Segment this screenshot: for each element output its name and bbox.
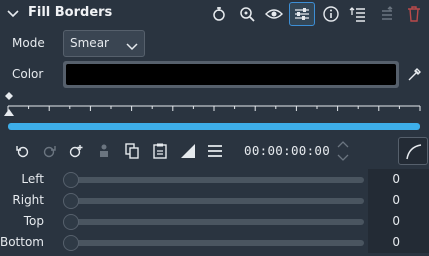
- timeline-progress-bar: [8, 123, 420, 130]
- person-icon[interactable]: [95, 142, 113, 160]
- mode-label: Mode: [12, 36, 45, 50]
- curve-icon: [406, 144, 422, 160]
- slider-label-top: Top: [23, 214, 44, 228]
- zoom-icon[interactable]: [238, 5, 256, 23]
- slider-track-right[interactable]: [66, 198, 364, 204]
- list-icon[interactable]: [349, 5, 367, 23]
- value-spinbox-right[interactable]: 0: [368, 190, 429, 211]
- eye-icon[interactable]: [265, 5, 283, 23]
- redo-keyframe-icon[interactable]: [40, 142, 58, 160]
- menu-icon[interactable]: [206, 142, 224, 160]
- playhead-icon: [4, 109, 14, 116]
- color-button[interactable]: [63, 61, 399, 88]
- effect-title: Fill Borders: [28, 5, 113, 20]
- mode-value: Smear: [70, 36, 109, 50]
- value-spinbox-left[interactable]: 0: [368, 169, 429, 190]
- slider-track-top[interactable]: [66, 219, 364, 225]
- sliders-icon: [293, 5, 311, 23]
- value-text: 0: [392, 193, 400, 207]
- paste-icon[interactable]: [151, 142, 169, 160]
- value-text: 0: [392, 235, 400, 249]
- color-label: Color: [12, 67, 44, 81]
- value-text: 0: [392, 214, 400, 228]
- curve-button[interactable]: [398, 137, 428, 165]
- slider-track-bottom[interactable]: [66, 240, 364, 246]
- copy-icon[interactable]: [123, 142, 141, 160]
- mode-select[interactable]: Smear: [63, 30, 145, 57]
- reset-icon[interactable]: [210, 5, 228, 23]
- value-spinbox-bottom[interactable]: 0: [368, 232, 429, 253]
- slider-handle-left[interactable]: [63, 172, 79, 188]
- keyframe-timeline[interactable]: [0, 90, 429, 122]
- color-swatch: [66, 64, 396, 85]
- slider-label-bottom: Bottom: [0, 235, 44, 249]
- slider-label-left: Left: [21, 172, 44, 186]
- chevron-down-icon: [126, 40, 138, 54]
- info-icon[interactable]: [322, 5, 340, 23]
- add-keyframe-icon[interactable]: [67, 142, 85, 160]
- collapse-chevron-icon[interactable]: [6, 7, 20, 24]
- move-icon[interactable]: [378, 5, 396, 23]
- slider-label-right: Right: [12, 193, 44, 207]
- effect-header: Fill Borders: [0, 0, 429, 28]
- delete-icon[interactable]: [405, 5, 423, 23]
- slider-handle-top[interactable]: [63, 214, 79, 230]
- slider-track-left[interactable]: [66, 177, 364, 183]
- value-text: 0: [392, 172, 400, 186]
- undo-keyframe-icon[interactable]: [14, 142, 32, 160]
- timecode-spin-icon[interactable]: [337, 140, 349, 165]
- slider-handle-right[interactable]: [63, 193, 79, 209]
- ramp-icon[interactable]: [179, 142, 197, 160]
- slider-handle-bottom[interactable]: [63, 235, 79, 251]
- eyedropper-icon[interactable]: [407, 66, 423, 85]
- value-spinbox-top[interactable]: 0: [368, 211, 429, 232]
- timecode-display[interactable]: 00:00:00:00: [244, 143, 330, 158]
- keyframe-marker-icon: [5, 92, 13, 100]
